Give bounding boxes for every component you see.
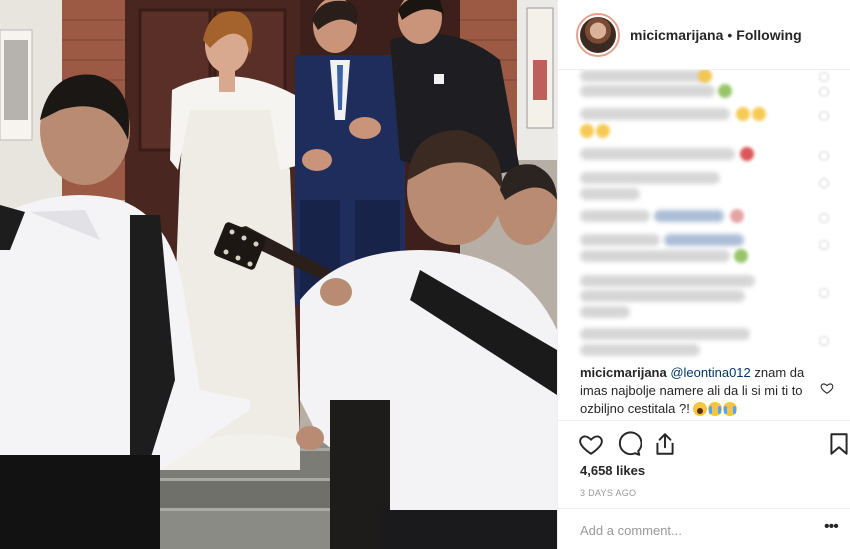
post-caption: micicmarijana @leontina012 znam da imas … [580,364,820,418]
redacted-mention [664,234,744,246]
redacted-comment [580,210,650,222]
redacted-emoji [730,209,744,223]
redacted-comment [580,328,750,340]
redacted-comment [580,172,720,184]
heart-icon[interactable] [578,431,604,457]
face-screaming-icon [693,402,708,416]
avatar-image [580,16,616,53]
redacted-comment [580,306,630,318]
redacted-comment [580,250,730,262]
redacted-heart-icon [819,151,829,161]
redacted-comment [580,70,710,82]
redacted-comment [580,188,640,200]
redacted-mention [654,210,724,222]
redacted-emoji [698,70,712,83]
loudly-crying-icon [723,402,738,416]
likes-count[interactable]: 4,658 likes [580,463,645,478]
redacted-emoji [740,147,754,161]
add-comment-bar: ••• [558,508,850,549]
redacted-heart-icon [819,178,829,188]
comment-input[interactable] [580,521,800,539]
redacted-emoji [718,84,732,98]
redacted-emoji [596,124,610,138]
redacted-comment [580,275,755,287]
post-date[interactable]: 3 DAYS AGO [580,488,636,498]
post-header: micicmarijana • Following [558,0,850,70]
caption-heart-icon[interactable] [820,381,834,395]
redacted-comment [580,148,735,160]
post-photo[interactable] [0,0,557,549]
redacted-comment [580,290,745,302]
redacted-heart-icon [819,213,829,223]
comments-list [558,70,850,360]
redacted-emoji [736,107,750,121]
post-sidebar: micicmarijana • Following micicmarijana … [557,0,850,549]
redacted-emoji [752,107,766,121]
header-separator: • [727,26,733,43]
redacted-heart-icon [819,87,829,97]
redacted-emoji [734,249,748,263]
redacted-heart-icon [819,240,829,250]
redacted-heart-icon [819,72,829,82]
caption-mention[interactable]: @leontina012 [670,365,750,380]
redacted-heart-icon [819,288,829,298]
redacted-comment [580,234,660,246]
bookmark-icon[interactable] [826,431,850,457]
caption-username[interactable]: micicmarijana [580,365,667,380]
comment-icon[interactable] [616,431,642,457]
share-icon[interactable] [652,431,678,457]
redacted-comment [580,85,715,97]
avatar[interactable] [576,12,620,57]
redacted-comment [580,108,730,120]
caption-emojis [693,402,738,416]
redacted-emoji [580,124,594,138]
redacted-comment [580,344,700,356]
header-username[interactable]: micicmarijana [630,27,723,43]
more-options-icon[interactable]: ••• [824,519,842,537]
redacted-heart-icon [819,111,829,121]
loudly-crying-icon [708,402,723,416]
following-button[interactable]: Following [736,27,801,43]
redacted-heart-icon [819,336,829,346]
wedding-photo-illustration [0,0,557,549]
